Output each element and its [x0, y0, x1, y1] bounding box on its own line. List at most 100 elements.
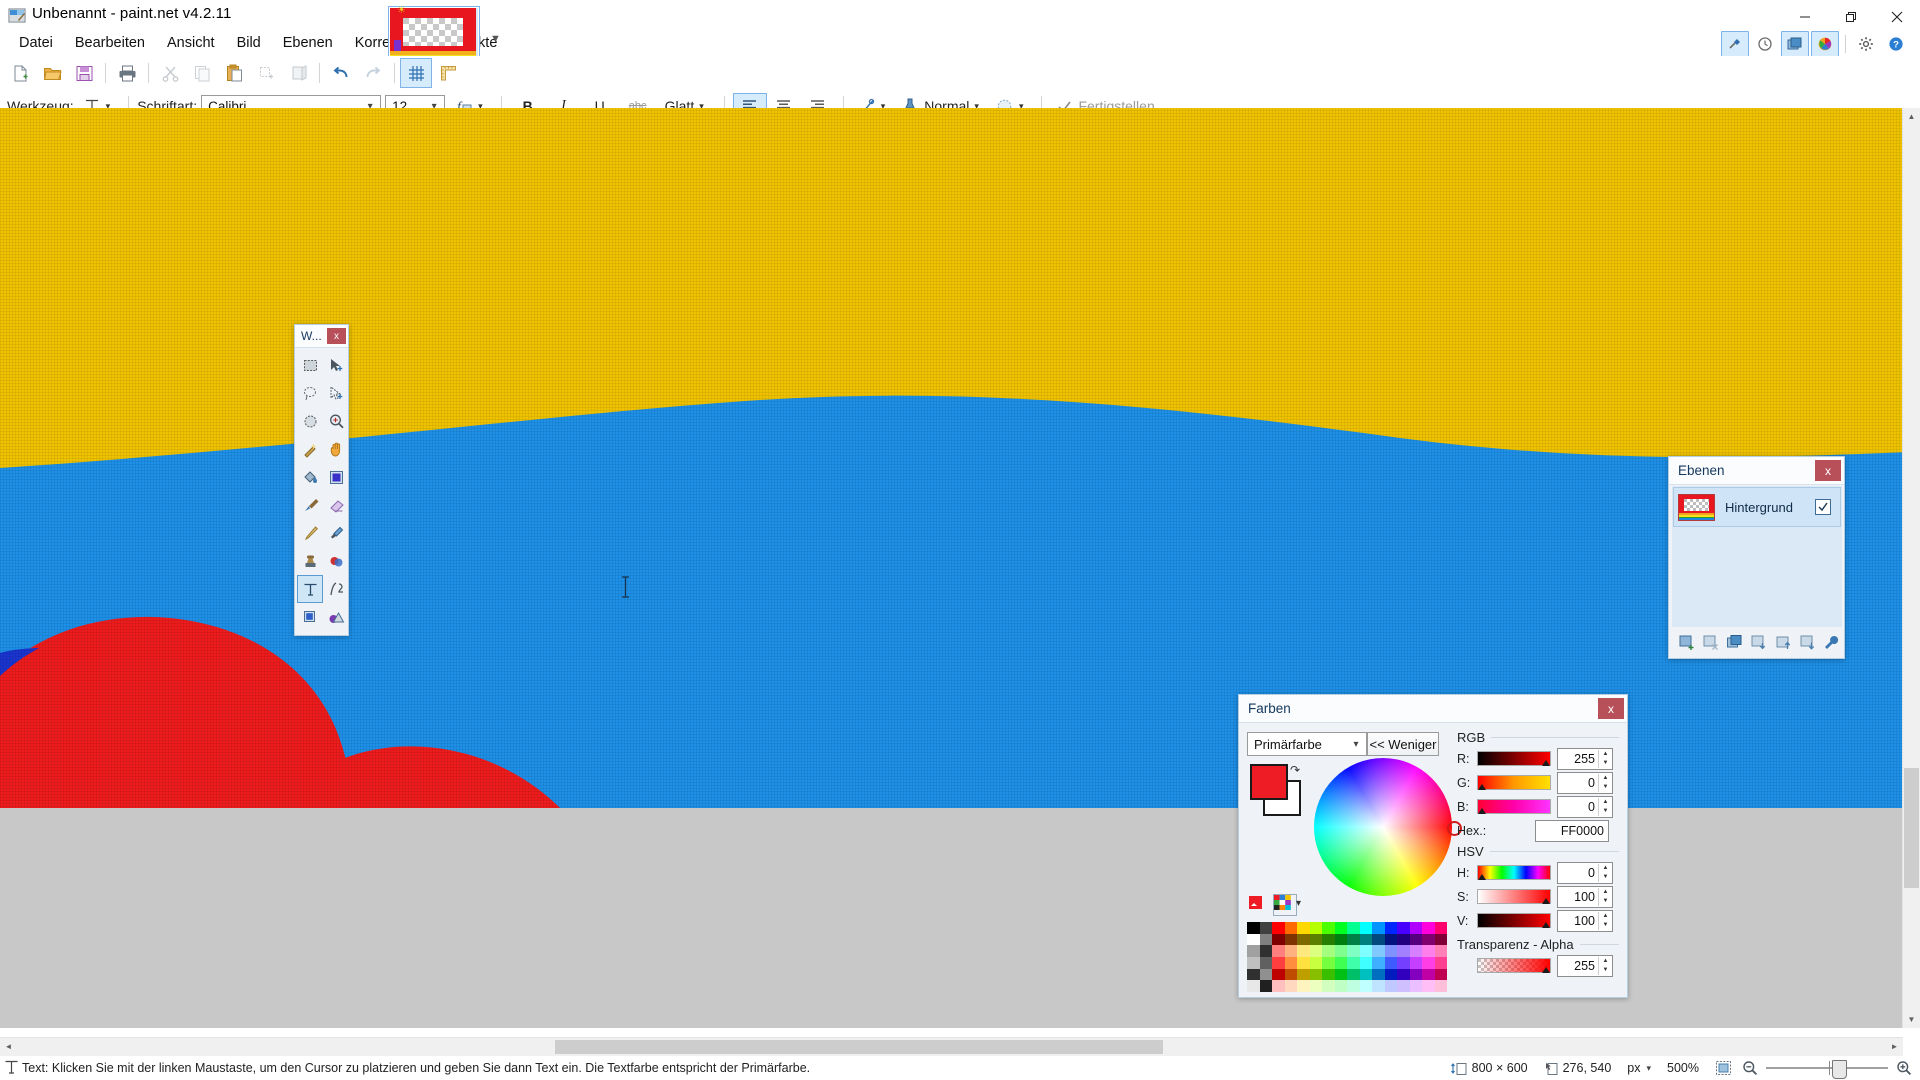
palette-swatch[interactable] [1422, 980, 1435, 992]
vertical-scrollbar-thumb[interactable] [1904, 768, 1919, 888]
palette-swatch[interactable] [1384, 933, 1397, 946]
palette-chooser-button[interactable] [1273, 894, 1297, 916]
duplicate-layer-button[interactable] [1723, 630, 1746, 654]
palette-swatch[interactable] [1359, 957, 1372, 969]
color-wheel[interactable] [1314, 758, 1452, 896]
undo-button[interactable] [325, 58, 357, 88]
palette-swatch[interactable] [1422, 945, 1435, 957]
slider-thumb[interactable] [1478, 874, 1486, 880]
palette-swatch[interactable] [1247, 980, 1260, 992]
channel-slider-h[interactable] [1477, 865, 1551, 880]
palette-swatch[interactable] [1297, 933, 1310, 946]
palette-swatch[interactable] [1297, 980, 1310, 992]
palette-swatch[interactable] [1434, 945, 1447, 957]
palette-swatch[interactable] [1322, 968, 1335, 981]
move-layer-down-button[interactable] [1796, 630, 1819, 654]
delete-layer-button[interactable] [1699, 630, 1722, 654]
palette-swatch[interactable] [1409, 922, 1422, 934]
print-button[interactable] [111, 58, 143, 88]
deselect-button[interactable] [282, 58, 314, 88]
chevron-down-icon[interactable]: ▾ [1346, 739, 1366, 750]
canvas-viewport[interactable] [0, 108, 1920, 1028]
pan-tool[interactable] [323, 435, 349, 463]
paste-button[interactable] [218, 58, 250, 88]
channel-input-g[interactable]: 0 ▲ ▼ [1557, 771, 1613, 794]
zoom-slider-thumb[interactable] [1832, 1060, 1847, 1079]
channel-slider-r[interactable] [1477, 751, 1551, 766]
menu-ebenen[interactable]: Ebenen [272, 30, 344, 56]
zoom-tool[interactable] [323, 407, 349, 435]
palette-swatch[interactable] [1309, 980, 1322, 992]
palette-swatch[interactable] [1359, 933, 1372, 946]
units-selector[interactable]: px ▾ [1627, 1061, 1651, 1075]
gradient-tool[interactable] [323, 463, 349, 491]
palette-swatch[interactable] [1297, 968, 1310, 981]
recolor-tool[interactable] [323, 547, 349, 575]
shapes-tool-alt[interactable] [323, 603, 349, 631]
clone-stamp-tool[interactable] [297, 547, 323, 575]
ellipse-select-tool[interactable] [297, 407, 323, 435]
palette-swatch[interactable] [1434, 968, 1447, 981]
palette-swatch[interactable] [1259, 933, 1272, 946]
palette-swatch[interactable] [1397, 933, 1410, 946]
palette-swatch[interactable] [1409, 980, 1422, 992]
palette-swatch[interactable] [1334, 968, 1347, 981]
palette-swatch[interactable] [1347, 968, 1360, 981]
zoom-out-button[interactable] [1742, 1060, 1758, 1076]
help-button[interactable]: ? [1882, 31, 1910, 58]
which-color-combobox[interactable]: Primärfarbe ▾ [1247, 732, 1367, 756]
palette-swatch[interactable] [1272, 933, 1285, 946]
palette-swatch[interactable] [1247, 933, 1260, 946]
palette-swatch[interactable] [1247, 957, 1260, 969]
channel-input-alpha[interactable]: 255 ▲ ▼ [1557, 954, 1613, 977]
scroll-up-button[interactable]: ▲ [1903, 108, 1920, 125]
copy-button[interactable] [186, 58, 218, 88]
spinner-arrows[interactable]: ▲ ▼ [1598, 773, 1612, 792]
channel-slider-b[interactable] [1477, 799, 1551, 814]
horizontal-scrollbar-thumb[interactable] [555, 1040, 1163, 1054]
palette-swatch[interactable] [1422, 933, 1435, 946]
palette-swatch[interactable] [1409, 968, 1422, 981]
reset-palette-button[interactable] [1247, 894, 1271, 916]
palette-swatch[interactable] [1384, 945, 1397, 957]
slider-thumb[interactable] [1542, 760, 1550, 766]
crop-to-selection-button[interactable] [250, 58, 282, 88]
channel-slider-s[interactable] [1477, 889, 1551, 904]
palette-swatch[interactable] [1372, 980, 1385, 992]
settings-button[interactable] [1852, 31, 1880, 58]
palette-swatch[interactable] [1434, 922, 1447, 934]
rectangle-select-tool[interactable] [297, 351, 323, 379]
palette-swatch[interactable] [1259, 968, 1272, 981]
history-window-toggle[interactable] [1751, 31, 1779, 58]
zoom-in-button[interactable] [1896, 1060, 1912, 1076]
palette-swatch[interactable] [1297, 957, 1310, 969]
vertical-scrollbar[interactable]: ▲ ▼ [1902, 108, 1920, 1028]
save-image-button[interactable] [68, 58, 100, 88]
palette-swatch[interactable] [1409, 945, 1422, 957]
palette-swatch[interactable] [1409, 957, 1422, 969]
palette-swatch[interactable] [1397, 957, 1410, 969]
palette-swatch[interactable] [1372, 933, 1385, 946]
palette-swatch[interactable] [1334, 922, 1347, 934]
spinner-arrows[interactable]: ▲ ▼ [1598, 797, 1612, 816]
less-more-toggle-button[interactable]: << Weniger [1367, 732, 1439, 756]
slider-thumb[interactable] [1542, 967, 1550, 973]
palette-swatch[interactable] [1322, 980, 1335, 992]
palette-swatch[interactable] [1322, 957, 1335, 969]
spinner-arrows[interactable]: ▲ ▼ [1598, 911, 1612, 930]
close-icon[interactable]: x [327, 328, 346, 344]
palette-swatch[interactable] [1334, 957, 1347, 969]
fit-to-window-button[interactable] [1715, 1060, 1732, 1076]
open-image-button[interactable] [36, 58, 68, 88]
palette-swatch[interactable] [1309, 945, 1322, 957]
pencil-tool[interactable] [297, 519, 323, 547]
menu-bild[interactable]: Bild [226, 30, 272, 56]
palette-swatch[interactable] [1297, 922, 1310, 934]
magic-wand-tool[interactable] [297, 435, 323, 463]
channel-input-v[interactable]: 100 ▲ ▼ [1557, 909, 1613, 932]
close-icon[interactable]: x [1598, 698, 1624, 719]
palette-swatch[interactable] [1397, 945, 1410, 957]
palette-swatch[interactable] [1309, 922, 1322, 934]
spinner-arrows[interactable]: ▲ ▼ [1598, 749, 1612, 768]
layer-visibility-checkbox[interactable] [1815, 499, 1831, 515]
